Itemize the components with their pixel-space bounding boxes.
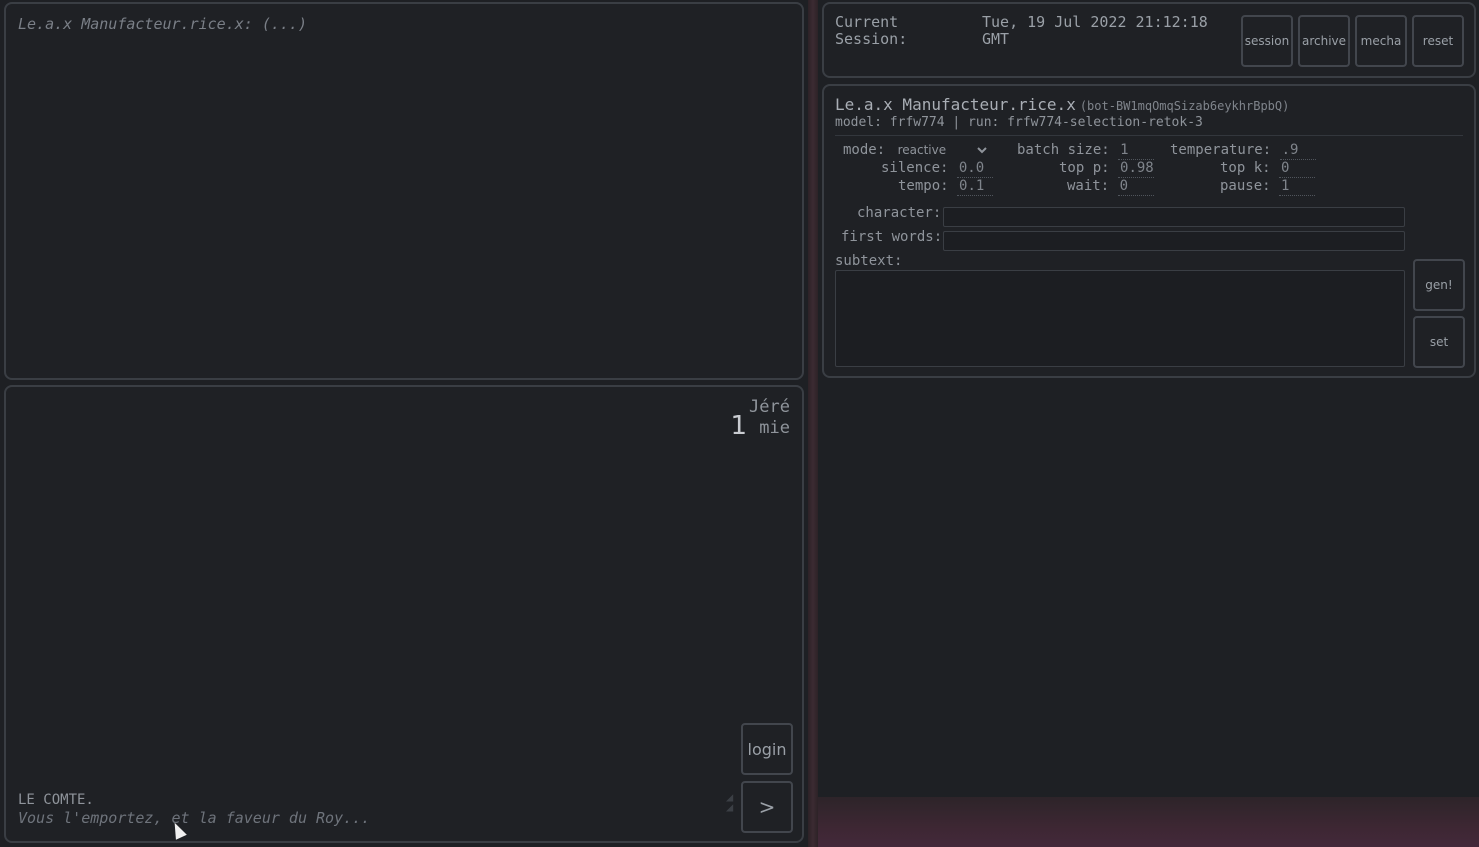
top-p-input[interactable]: 0.98 xyxy=(1118,159,1155,178)
silence-label: silence: xyxy=(881,160,949,176)
login-button[interactable]: login xyxy=(741,723,793,775)
send-button[interactable]: > xyxy=(741,781,793,833)
temperature-label: temperature: xyxy=(1170,142,1272,158)
bot-panel: Le.a.x Manufacteur.rice.x (bot-BW1mqOmqSi… xyxy=(822,84,1476,378)
bot-id: (bot-BW1mqOmqSizab6eykhrBpbQ) xyxy=(1079,99,1290,113)
character-name: LE COMTE. xyxy=(18,792,94,808)
batch-size-label: batch size: xyxy=(1017,142,1110,158)
top-k-input[interactable]: 0 xyxy=(1279,159,1316,178)
resize-grip-icon[interactable]: ◢ ◢ xyxy=(726,791,740,822)
subtext-label: subtext: xyxy=(835,253,903,269)
reset-button[interactable]: reset xyxy=(1412,15,1464,67)
session-time-line1: Tue, 19 Jul 2022 21:12:18 xyxy=(982,13,1208,31)
session-label-line2: Session: xyxy=(835,30,908,48)
temperature-input[interactable]: .9 xyxy=(1279,141,1316,160)
set-button[interactable]: set xyxy=(1413,316,1465,368)
top-k-label: top k: xyxy=(1220,160,1271,176)
character-line-input[interactable]: Vous l'emportez, et la faveur du Roy... xyxy=(18,809,370,827)
tempo-input[interactable]: 0.1 xyxy=(957,177,994,196)
bot-meta: model: frfw774 | run: frfw774-selection-… xyxy=(835,115,1203,130)
bot-name: Le.a.x Manufacteur.rice.x xyxy=(835,95,1076,114)
speaker-counter: 1 Jéré mie xyxy=(731,397,791,439)
session-label-line1: Current xyxy=(835,13,899,31)
wait-param: wait: 0 xyxy=(1067,177,1154,196)
session-time: Tue, 19 Jul 2022 21:12:18 GMT xyxy=(982,14,1232,48)
background-strip xyxy=(818,797,1479,847)
top-p-label: top p: xyxy=(1059,160,1110,176)
character-input[interactable] xyxy=(943,207,1405,227)
speaker-name-line1: Jéré xyxy=(749,397,790,417)
wait-input[interactable]: 0 xyxy=(1117,177,1154,196)
divider xyxy=(835,135,1463,136)
first-words-input[interactable] xyxy=(943,231,1405,251)
mecha-button[interactable]: mecha xyxy=(1355,15,1407,67)
batch-size-input[interactable]: 1 xyxy=(1118,141,1155,160)
temperature-param: temperature: .9 xyxy=(1170,141,1316,160)
speaker-name-line2: mie xyxy=(759,418,790,438)
batch-size-param: batch size: 1 xyxy=(1017,141,1155,160)
mode-label: mode: xyxy=(843,142,886,158)
pane-divider[interactable] xyxy=(808,0,818,847)
first-words-label: first words: xyxy=(841,229,943,245)
subtext-input[interactable] xyxy=(835,270,1405,367)
session-label: Current Session: xyxy=(835,14,955,48)
pause-label: pause: xyxy=(1220,178,1271,194)
silence-param: silence: 0.0 xyxy=(881,159,993,178)
archive-button[interactable]: archive xyxy=(1298,15,1350,67)
bot-title: Le.a.x Manufacteur.rice.x (bot-BW1mqOmqSi… xyxy=(835,95,1289,114)
session-time-line2: GMT xyxy=(982,30,1010,48)
mode-select[interactable]: reactive xyxy=(893,142,990,158)
wait-label: wait: xyxy=(1067,178,1110,194)
transcript-panel: Le.a.x Manufacteur.rice.x: (...) xyxy=(4,2,804,380)
session-panel: Current Session: Tue, 19 Jul 2022 21:12:… xyxy=(822,2,1476,78)
speaker-count: 1 xyxy=(730,411,748,441)
pause-param: pause: 1 xyxy=(1220,177,1316,196)
transcript-line: Le.a.x Manufacteur.rice.x: (...) xyxy=(18,15,307,33)
tempo-param: tempo: 0.1 xyxy=(898,177,994,196)
character-label: character: xyxy=(857,205,942,221)
generate-button[interactable]: gen! xyxy=(1413,259,1465,311)
session-button[interactable]: session xyxy=(1241,15,1293,67)
top-k-param: top k: 0 xyxy=(1220,159,1316,178)
composer-panel: 1 Jéré mie LE COMTE. Vous l'emportez, et… xyxy=(4,385,804,843)
top-p-param: top p: 0.98 xyxy=(1059,159,1155,178)
tempo-label: tempo: xyxy=(898,178,949,194)
speaker-name: Jéré mie xyxy=(749,397,790,439)
silence-input[interactable]: 0.0 xyxy=(956,159,993,178)
pause-input[interactable]: 1 xyxy=(1279,177,1316,196)
mode-param: mode: reactive xyxy=(843,141,990,159)
